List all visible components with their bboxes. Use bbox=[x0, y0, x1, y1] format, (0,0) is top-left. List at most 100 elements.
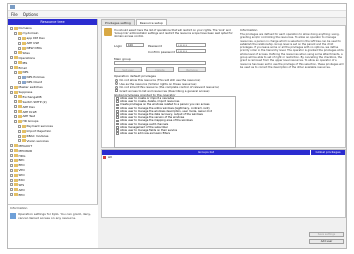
main-pane: Privileges setting Resource setup You sh… bbox=[99, 19, 346, 248]
expand-toggle[interactable] bbox=[10, 154, 13, 158]
main-group-select[interactable] bbox=[114, 61, 206, 65]
folder-icon bbox=[14, 168, 18, 172]
tree-node-label: MHGOUT bbox=[18, 143, 33, 148]
expand-toggle[interactable] bbox=[14, 114, 17, 118]
folder-icon bbox=[14, 26, 18, 30]
tree-node-label: NEW DMG bbox=[26, 46, 42, 50]
expand-toggle[interactable] bbox=[10, 66, 13, 70]
folder-icon bbox=[18, 70, 22, 74]
tree-node-label: Master switches bbox=[18, 85, 43, 90]
expand-toggle[interactable] bbox=[10, 56, 13, 60]
folder-icon bbox=[14, 158, 18, 162]
folder-icon bbox=[18, 100, 22, 104]
tree-node-label: Domains bbox=[18, 26, 32, 31]
set-user-button[interactable]: Set user bbox=[114, 67, 142, 72]
resource-tree[interactable]: Domains mydomain app DM Dev APP USE NEW DMG S… bbox=[8, 25, 97, 197]
expand-toggle[interactable] bbox=[14, 61, 17, 65]
folder-icon bbox=[22, 129, 26, 133]
description-title: Information bbox=[240, 28, 258, 32]
expand-toggle[interactable] bbox=[10, 193, 13, 197]
expand-toggle[interactable] bbox=[18, 124, 21, 128]
folder-icon bbox=[14, 193, 18, 197]
expand-toggle[interactable] bbox=[10, 163, 13, 167]
password-field[interactable]: •••••• bbox=[176, 43, 206, 47]
expand-toggle[interactable] bbox=[10, 90, 13, 94]
tree-node-label: NPS Policies bbox=[26, 75, 45, 80]
key-icon bbox=[22, 75, 26, 79]
expand-toggle[interactable] bbox=[10, 178, 13, 182]
checkbox[interactable] bbox=[116, 132, 119, 135]
password-label: Password bbox=[148, 44, 163, 48]
tree-node-label: Sites bbox=[22, 50, 30, 55]
expand-toggle[interactable] bbox=[18, 129, 21, 133]
confirm-password-field[interactable]: •••••• bbox=[176, 49, 206, 53]
key-icon bbox=[22, 80, 26, 84]
delete-button[interactable]: Delete bbox=[146, 67, 174, 72]
expand-toggle[interactable] bbox=[10, 168, 13, 172]
folder-icon bbox=[104, 28, 112, 36]
expand-toggle[interactable] bbox=[18, 139, 21, 143]
table-row[interactable]: All bbox=[102, 155, 345, 159]
folder-icon bbox=[18, 105, 22, 109]
title-bar bbox=[8, 4, 346, 11]
expand-toggle[interactable] bbox=[14, 31, 17, 35]
expand-toggle[interactable] bbox=[14, 70, 17, 74]
expand-toggle[interactable] bbox=[14, 105, 17, 109]
expand-toggle[interactable] bbox=[18, 46, 21, 50]
expand-toggle[interactable] bbox=[18, 36, 21, 40]
folder-icon bbox=[14, 90, 18, 94]
tree-node-label: BPC bbox=[18, 158, 25, 163]
expand-toggle[interactable] bbox=[18, 80, 21, 84]
description-pane: Information The privileges are defined f… bbox=[240, 28, 344, 146]
add-user-button[interactable]: Add user bbox=[309, 239, 344, 244]
expand-toggle[interactable] bbox=[14, 100, 17, 104]
folder-icon bbox=[18, 114, 22, 118]
folder-icon bbox=[14, 154, 18, 158]
expand-toggle[interactable] bbox=[10, 158, 13, 162]
expand-toggle[interactable] bbox=[10, 173, 13, 177]
panel-description: You should select here the list of opera… bbox=[114, 29, 233, 39]
login-field[interactable]: b16 bbox=[126, 43, 144, 47]
folder-icon bbox=[22, 36, 26, 40]
expand-toggle[interactable] bbox=[18, 41, 21, 45]
folder-icon bbox=[18, 61, 22, 65]
expand-toggle[interactable] bbox=[18, 134, 21, 138]
menu-file[interactable]: File bbox=[11, 12, 18, 17]
privileges-column-header[interactable]: Global privileges bbox=[310, 150, 345, 155]
expand-toggle[interactable] bbox=[14, 110, 17, 114]
expand-toggle[interactable] bbox=[10, 144, 13, 148]
folder-icon bbox=[22, 41, 26, 45]
expand-toggle[interactable] bbox=[10, 149, 13, 153]
radio-option[interactable]: Grant access to list and resources (Desc… bbox=[115, 89, 209, 93]
menu-options[interactable]: Options bbox=[23, 12, 38, 17]
expand-toggle[interactable] bbox=[10, 26, 13, 30]
tree-node-label: Payment services bbox=[26, 124, 53, 129]
groups-grid[interactable]: Groups list Global privileges All bbox=[101, 149, 346, 218]
expand-toggle[interactable] bbox=[18, 75, 21, 79]
tree-node-label: MHCPAIR bbox=[18, 148, 33, 153]
remove-button[interactable]: Remove bbox=[178, 67, 206, 72]
tree-node-label: EXO bbox=[18, 178, 25, 183]
tree-node-label: NPS bbox=[22, 70, 29, 75]
folder-icon bbox=[14, 163, 18, 167]
bottom-bar: Save settings Add user bbox=[101, 220, 346, 248]
tree-node-label: APO bbox=[18, 187, 25, 192]
expand-toggle[interactable] bbox=[10, 85, 13, 89]
tree-node-label: ExchangeDB bbox=[22, 94, 42, 99]
tree-node-label: SPO bbox=[18, 173, 25, 178]
permission-item[interactable]: Allow user to add new exclusion filters bbox=[115, 132, 235, 135]
information-box: Information Operation settings for Kjob.… bbox=[8, 204, 98, 248]
permissions-list[interactable]: Allow user to create or import a cascade… bbox=[114, 96, 236, 148]
expand-toggle[interactable] bbox=[14, 51, 17, 55]
groups-column-header[interactable]: Groups list bbox=[102, 150, 310, 155]
save-settings-button[interactable]: Save settings bbox=[309, 232, 344, 237]
tree-node[interactable]: EPO bbox=[10, 192, 97, 197]
expand-toggle[interactable] bbox=[10, 188, 13, 192]
tree-node-label: Switch SMTP (2) bbox=[22, 99, 47, 104]
expand-toggle[interactable] bbox=[14, 119, 17, 123]
expand-toggle[interactable] bbox=[10, 183, 13, 187]
folder-icon bbox=[18, 31, 22, 35]
menu-bar: File Options bbox=[8, 11, 346, 18]
expand-toggle[interactable] bbox=[14, 95, 17, 99]
folder-icon bbox=[14, 183, 18, 187]
